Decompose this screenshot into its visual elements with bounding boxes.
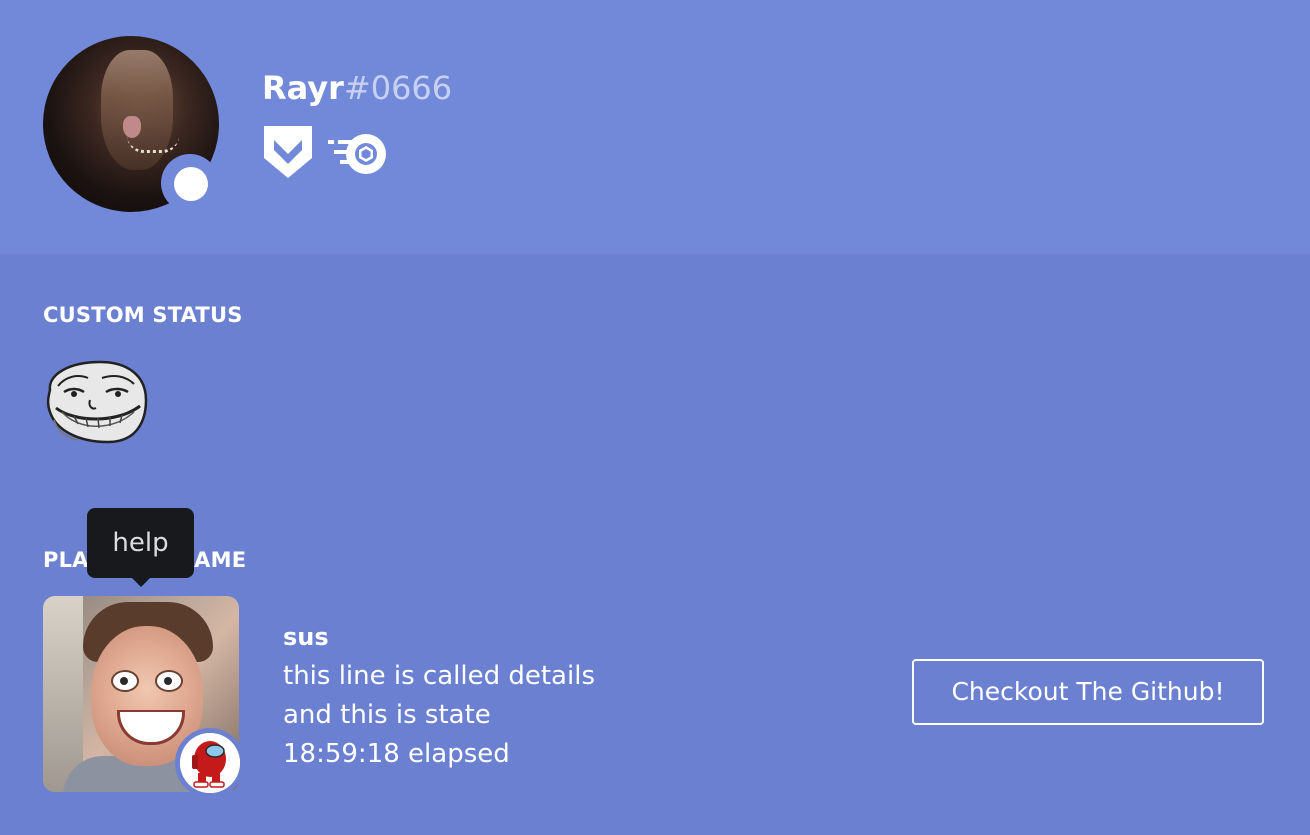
hypesquad-bravery-icon[interactable]	[262, 124, 314, 184]
activity-name: sus	[283, 623, 329, 651]
large-image-left-eye	[111, 670, 139, 692]
activity-state: and this is state	[283, 700, 491, 730]
avatar-necklace	[127, 136, 179, 153]
custom-status-title: CUSTOM STATUS	[43, 303, 243, 327]
right-pupil	[164, 677, 172, 685]
tooltip-arrow	[130, 576, 152, 587]
avatar-tongue	[123, 116, 141, 138]
profile-header: Rayr#0666	[0, 0, 1310, 254]
discriminator[interactable]: #0666	[344, 69, 452, 107]
checkout-github-button[interactable]: Checkout The Github!	[912, 659, 1264, 725]
username-line[interactable]: Rayr#0666	[262, 68, 452, 108]
large-image-background	[43, 596, 83, 792]
user-profile-card: Rayr#0666 CUSTOM STATUS GAME sus this li…	[0, 0, 1310, 835]
trollface-emoji[interactable]	[44, 360, 148, 444]
nitro-boost-icon[interactable]	[326, 128, 390, 182]
online-status-icon	[174, 167, 208, 201]
large-image-right-eye	[155, 670, 183, 692]
username[interactable]: Rayr	[262, 69, 344, 107]
avatar-container[interactable]	[43, 36, 219, 212]
tooltip: help	[87, 508, 194, 578]
activity-elapsed: 18:59:18 elapsed	[283, 739, 510, 769]
activity-text: sus this line is called details and this…	[283, 618, 595, 774]
activity-small-image[interactable]	[180, 733, 240, 793]
left-pupil	[120, 677, 128, 685]
activity-details: this line is called details	[283, 661, 595, 691]
